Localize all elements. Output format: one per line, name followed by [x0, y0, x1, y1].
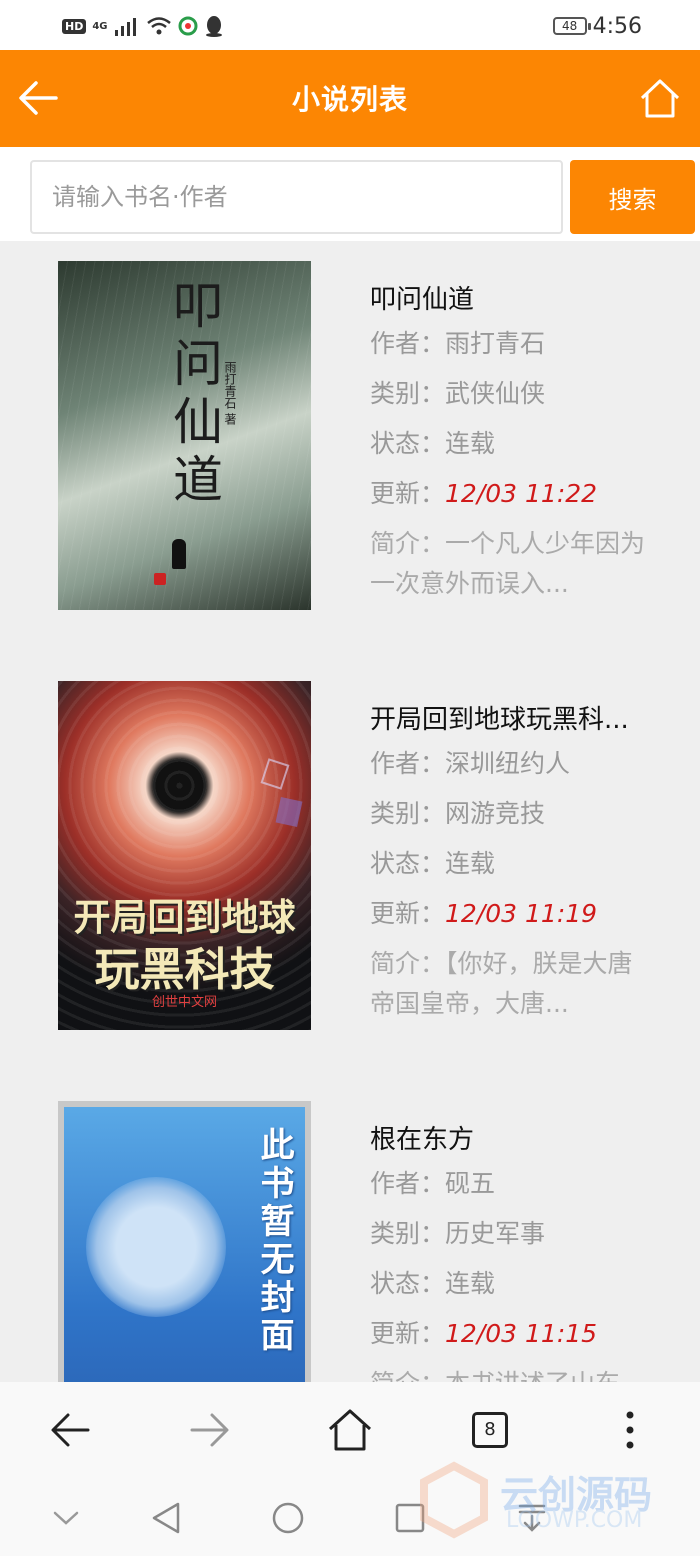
cover-figure [172, 539, 186, 569]
clock: 4:56 [592, 13, 642, 39]
cover-placeholder-text: 此书暂无封面 [254, 1127, 294, 1355]
home-icon [640, 79, 680, 118]
book-status: 连载 [445, 429, 496, 458]
book-info: 开局回到地球玩黑科... 作者：深圳纽约人 类别：网游竞技 状态：连载 更新：1… [370, 701, 670, 1024]
book-author-row: 作者：雨打青石 [370, 319, 670, 369]
book-status-row: 状态：连载 [370, 839, 670, 889]
book-intro: 简介：【你好，朕是大唐帝国皇帝，大唐... [370, 944, 650, 1024]
book-title[interactable]: 叩问仙道 [370, 281, 670, 319]
network-type: 4G [92, 20, 108, 32]
chevron-down-icon [53, 1511, 79, 1525]
page-title: 小说列表 [291, 83, 408, 116]
browser-home-button[interactable] [320, 1400, 380, 1460]
app-notification-icon [178, 16, 198, 36]
intro-label: 简介： [370, 529, 446, 558]
book-item[interactable]: 叩问仙道 雨打青石 著 叩问仙道 作者：雨打青石 类别：武侠仙侠 状态：连载 更… [0, 241, 700, 641]
square-recents-icon [395, 1503, 425, 1533]
status-label: 状态： [370, 429, 446, 458]
qq-icon [205, 16, 222, 37]
book-category: 历史军事 [445, 1219, 546, 1248]
book-category: 网游竞技 [445, 799, 546, 828]
signal-icon [114, 18, 136, 36]
book-author: 雨打青石 [445, 329, 546, 358]
book-category: 武侠仙侠 [445, 379, 546, 408]
book-status: 连载 [445, 1269, 496, 1298]
more-vertical-icon [626, 1411, 634, 1449]
search-bar: 搜索 [0, 147, 700, 241]
arrow-right-icon [190, 1413, 229, 1447]
book-cover[interactable]: 叩问仙道 雨打青石 著 [58, 261, 311, 610]
cover-author: 雨打青石 著 [223, 361, 237, 425]
intro-label: 简介： [370, 949, 446, 978]
category-label: 类别： [370, 1219, 446, 1248]
battery-icon: 48 [552, 17, 591, 35]
book-status-row: 状态：连载 [370, 419, 670, 469]
updated-label: 更新： [370, 1319, 446, 1348]
book-intro: 简介：一个凡人少年因为一次意外而误入... [370, 524, 650, 604]
cover-stamp [154, 573, 166, 585]
tab-count-badge: 8 [472, 1412, 508, 1448]
browser-forward-button[interactable] [180, 1400, 240, 1460]
cover-title-line2: 玩黑科技 [94, 943, 275, 996]
browser-toolbar: 8 [0, 1382, 700, 1476]
book-author-row: 作者：深圳纽约人 [370, 739, 670, 789]
book-category-row: 类别：历史军事 [370, 1209, 670, 1259]
search-button[interactable]: 搜索 [570, 160, 695, 234]
book-updated-row: 更新：12/03 11:15 [370, 1309, 670, 1359]
book-info: 叩问仙道 作者：雨打青石 类别：武侠仙侠 状态：连载 更新：12/03 11:2… [370, 281, 670, 604]
search-input[interactable] [30, 160, 563, 234]
browser-back-button[interactable] [40, 1400, 100, 1460]
browser-menu-button[interactable] [600, 1400, 660, 1460]
book-info: 根在东方 作者：砚五 类别：历史军事 状态：连载 更新：12/03 11:15 … [370, 1121, 670, 1404]
nav-collapse-button[interactable] [42, 1494, 90, 1542]
book-updated-row: 更新：12/03 11:19 [370, 889, 670, 939]
system-nav-bar [0, 1476, 700, 1556]
status-right: 48 4:56 [552, 12, 642, 40]
status-left: HD 4G [62, 12, 224, 40]
category-label: 类别： [370, 379, 446, 408]
book-updated: 12/03 11:15 [445, 1319, 598, 1348]
author-label: 作者： [370, 329, 446, 358]
home-button[interactable] [638, 76, 682, 120]
cover-publisher: 创世中文网 [151, 995, 217, 1010]
category-label: 类别： [370, 799, 446, 828]
nav-back-button[interactable] [142, 1494, 190, 1542]
book-updated: 12/03 11:19 [445, 899, 598, 928]
book-category-row: 类别：武侠仙侠 [370, 369, 670, 419]
book-updated-row: 更新：12/03 11:22 [370, 469, 670, 519]
cover-placeholder-graphic [86, 1177, 226, 1317]
book-title[interactable]: 根在东方 [370, 1121, 670, 1159]
author-label: 作者： [370, 749, 446, 778]
book-author: 深圳纽约人 [445, 749, 571, 778]
nav-home-button[interactable] [264, 1494, 312, 1542]
book-updated: 12/03 11:22 [445, 479, 598, 508]
status-label: 状态： [370, 849, 446, 878]
status-label: 状态： [370, 1269, 446, 1298]
book-author-row: 作者：砚五 [370, 1159, 670, 1209]
book-status-row: 状态：连载 [370, 1259, 670, 1309]
status-bar: HD 4G 48 4:56 [0, 0, 700, 50]
updated-label: 更新： [370, 479, 446, 508]
book-category-row: 类别：网游竞技 [370, 789, 670, 839]
book-cover[interactable]: 开局回到地球 玩黑科技 创世中文网 [58, 681, 311, 1030]
triangle-back-icon [152, 1502, 180, 1534]
circle-home-icon [272, 1502, 304, 1534]
hd-indicator: HD [62, 18, 87, 34]
book-title[interactable]: 开局回到地球玩黑科... [370, 701, 670, 739]
wifi-icon [146, 17, 171, 35]
app-header: 小说列表 [0, 50, 700, 147]
download-icon [518, 1504, 546, 1532]
author-label: 作者： [370, 1169, 446, 1198]
nav-download-button[interactable] [508, 1494, 556, 1542]
book-author: 砚五 [445, 1169, 496, 1198]
cover-title: 叩问仙道 [165, 279, 223, 511]
nav-recents-button[interactable] [386, 1494, 434, 1542]
book-status: 连载 [445, 849, 496, 878]
browser-tabs-button[interactable]: 8 [460, 1400, 520, 1460]
book-item[interactable]: 开局回到地球 玩黑科技 创世中文网 开局回到地球玩黑科... 作者：深圳纽约人 … [0, 661, 700, 1061]
updated-label: 更新： [370, 899, 446, 928]
home-icon [328, 1409, 372, 1451]
arrow-left-icon [51, 1413, 90, 1447]
